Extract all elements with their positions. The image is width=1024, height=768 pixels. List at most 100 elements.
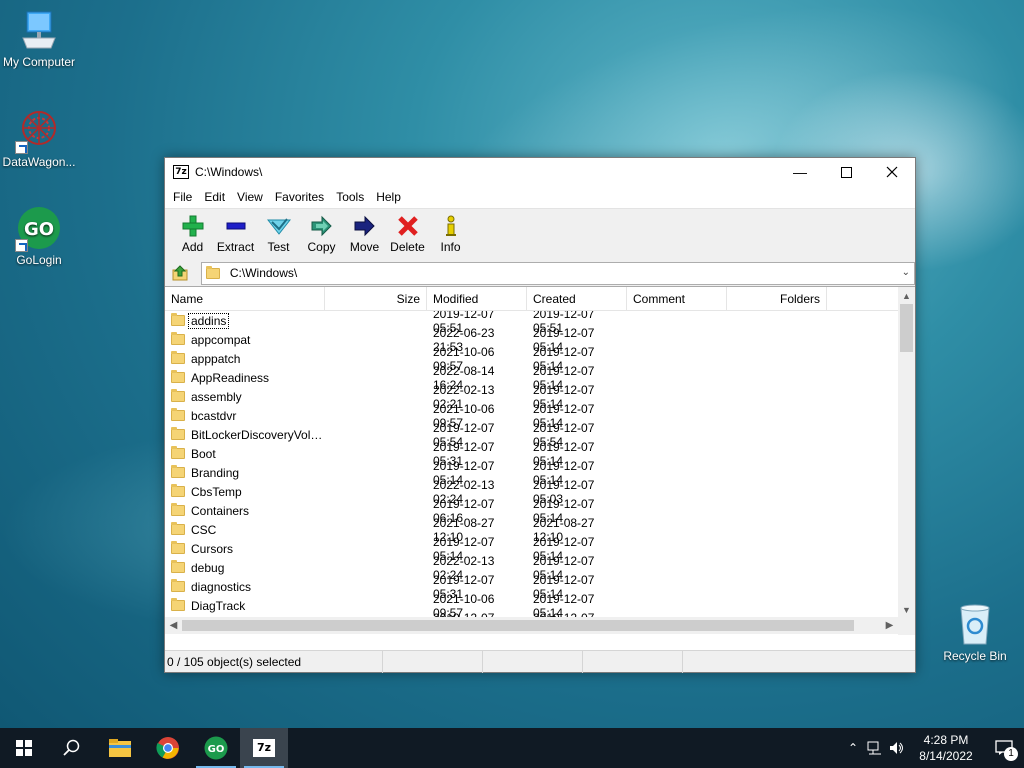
column-name[interactable]: Name — [165, 287, 325, 311]
menu-help[interactable]: Help — [370, 190, 407, 204]
folder-icon — [171, 541, 185, 554]
cell-name: DiagTrack — [165, 598, 325, 613]
cell-name: Branding — [165, 465, 325, 480]
cell-name: Cursors — [165, 541, 325, 556]
chevron-up-icon[interactable]: ⌃ — [842, 728, 864, 768]
file-name: Containers — [191, 503, 250, 518]
maximize-button[interactable] — [823, 158, 869, 186]
minimize-button[interactable]: — — [777, 158, 823, 186]
folder-icon — [171, 408, 185, 421]
delete-button[interactable]: Delete — [386, 213, 429, 254]
column-size[interactable]: Size — [325, 287, 427, 311]
taskbar: GO 7z ⌃ 4:28 PM 8/14/2022 1 — [0, 728, 1024, 768]
title-bar[interactable]: 7z C:\Windows\ — — [165, 158, 915, 186]
desktop-icon-recycle-bin[interactable]: Recycle Bin — [936, 602, 1014, 663]
svg-text:GO: GO — [208, 744, 225, 755]
folder-icon — [171, 503, 185, 516]
scroll-up-icon[interactable]: ▲ — [898, 287, 915, 304]
datawagon-icon — [15, 108, 61, 154]
info-button[interactable]: Info — [429, 213, 472, 254]
taskbar-7zip[interactable]: 7z — [240, 728, 288, 768]
desktop-icon-datawagon[interactable]: DataWagon... — [0, 108, 78, 169]
file-name: Boot — [191, 446, 216, 461]
scroll-down-icon[interactable]: ▼ — [898, 601, 915, 618]
folder-icon — [171, 579, 185, 592]
clock[interactable]: 4:28 PM 8/14/2022 — [908, 732, 984, 764]
7zip-icon: 7z — [253, 739, 275, 757]
desktop-icon-label: Recycle Bin — [943, 649, 1007, 663]
scroll-left-icon[interactable]: ◀ — [165, 617, 182, 634]
address-input[interactable]: C:\Windows\ ⌄ — [200, 261, 915, 285]
file-name: debug — [191, 560, 225, 575]
file-explorer-icon — [109, 739, 131, 757]
file-rows: addins 2019-12-07 05:51 2019-12-07 05:51 ap… — [165, 311, 898, 633]
taskbar-file-explorer[interactable] — [96, 728, 144, 768]
menu-favorites[interactable]: Favorites — [269, 190, 330, 204]
menu-tools[interactable]: Tools — [330, 190, 370, 204]
folder-icon — [205, 265, 220, 279]
column-comment[interactable]: Comment — [627, 287, 727, 311]
folder-icon — [171, 598, 185, 611]
menu-edit[interactable]: Edit — [198, 190, 231, 204]
clock-date: 8/14/2022 — [919, 749, 973, 763]
start-button[interactable] — [0, 728, 48, 768]
menu-file[interactable]: File — [167, 190, 198, 204]
folder-icon — [171, 389, 185, 402]
horizontal-scroll-thumb[interactable] — [182, 620, 854, 631]
info-label: Info — [440, 240, 461, 254]
test-button[interactable]: Test — [257, 213, 300, 254]
cell-name: assembly — [165, 389, 325, 404]
volume-icon[interactable] — [886, 728, 908, 768]
double-arrow-icon — [309, 213, 335, 239]
x-icon — [395, 213, 421, 239]
file-name: Cursors — [191, 541, 234, 556]
vertical-scrollbar[interactable]: ▲ ▼ — [898, 287, 915, 635]
status-bar: 0 / 105 object(s) selected — [165, 650, 915, 673]
up-folder-button[interactable] — [169, 263, 191, 283]
taskbar-chrome[interactable] — [144, 728, 192, 768]
desktop-icon-label: GoLogin — [16, 253, 62, 267]
horizontal-scrollbar[interactable]: ◀ ▶ — [165, 617, 898, 634]
computer-icon — [17, 8, 61, 52]
menu-view[interactable]: View — [231, 190, 269, 204]
notification-button[interactable]: 1 — [984, 728, 1024, 768]
scroll-right-icon[interactable]: ▶ — [881, 617, 898, 634]
add-button[interactable]: Add — [171, 213, 214, 254]
close-button[interactable] — [869, 158, 915, 186]
folder-icon — [171, 370, 185, 383]
delete-label: Delete — [390, 240, 425, 254]
taskbar-gologin[interactable]: GO — [192, 728, 240, 768]
extract-button[interactable]: Extract — [214, 213, 257, 254]
address-bar: C:\Windows\ ⌄ — [165, 260, 915, 286]
folder-icon — [171, 446, 185, 459]
cell-name: appcompat — [165, 332, 325, 347]
column-modified[interactable]: Modified — [427, 287, 527, 311]
cell-name: AppReadiness — [165, 370, 325, 385]
chevron-down-icon[interactable]: ⌄ — [902, 267, 910, 278]
copy-label: Copy — [307, 240, 336, 254]
column-folders[interactable]: Folders — [727, 287, 827, 311]
network-icon[interactable] — [864, 728, 886, 768]
notification-count-badge: 1 — [1004, 747, 1018, 761]
cell-name: bcastdvr — [165, 408, 325, 423]
file-name: CSC — [191, 522, 217, 537]
status-cell-2 — [383, 650, 483, 673]
cell-name: CbsTemp — [165, 484, 325, 499]
cell-name: Boot — [165, 446, 325, 461]
vertical-scroll-thumb[interactable] — [900, 304, 913, 352]
file-name: DiagTrack — [191, 598, 246, 613]
minimize-icon: — — [793, 164, 807, 180]
folder-icon — [171, 427, 185, 440]
column-created[interactable]: Created — [527, 287, 627, 311]
file-name: addins — [187, 312, 230, 329]
close-icon — [886, 166, 898, 178]
plus-icon — [180, 213, 206, 239]
desktop-icon-my-computer[interactable]: My Computer — [0, 8, 78, 69]
desktop-icon-gologin[interactable]: GO GoLogin — [0, 206, 78, 267]
copy-button[interactable]: Copy — [300, 213, 343, 254]
status-cell-4 — [583, 650, 683, 673]
search-button[interactable] — [48, 728, 96, 768]
toolbar: Add Extract Test Copy Move Delete Info — [165, 208, 915, 260]
move-button[interactable]: Move — [343, 213, 386, 254]
folder-icon — [171, 465, 185, 478]
